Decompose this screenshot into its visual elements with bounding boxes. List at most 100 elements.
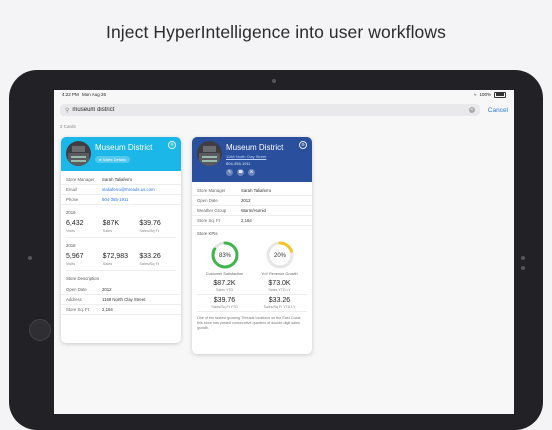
- wifi-icon: ≈: [474, 92, 477, 97]
- kpi-value: $33.26: [268, 297, 291, 304]
- metric-value: $87K: [102, 220, 120, 227]
- sales-details-button[interactable]: ● Sales Details: [95, 156, 130, 163]
- store-card-kpis[interactable]: Museum District ⚙ 1168 North Clay Street…: [192, 137, 312, 354]
- store-photo: [66, 141, 91, 166]
- gauge-ring: 20%: [266, 241, 293, 269]
- side-dot-right: [521, 256, 525, 260]
- year-heading: 2019: [66, 210, 76, 215]
- store-card-sales[interactable]: Museum District ⚙ ● Sales Details Store …: [61, 137, 181, 343]
- metric-value: 6,432: [66, 220, 84, 227]
- field-value: Sarah Taliaferro: [102, 177, 133, 182]
- kpi-heading: Store KPIs: [197, 231, 218, 236]
- home-button[interactable]: [29, 319, 51, 341]
- phone-text[interactable]: 804-355-1911: [226, 161, 251, 166]
- metric-value: $33.26: [139, 252, 161, 260]
- field-value: Sarah Taliaferro: [241, 188, 272, 193]
- field-label: Phone: [66, 197, 79, 202]
- kpi-value: $39.76: [213, 297, 236, 304]
- email-link[interactable]: staliaferro@threads.us.com: [102, 187, 155, 192]
- search-bar[interactable]: ⚲ ×: [60, 104, 480, 116]
- metric-label: Sales/Sq Ft: [139, 229, 159, 233]
- cancel-button[interactable]: Cancel: [488, 107, 508, 114]
- field-label: Store Manager: [197, 188, 226, 193]
- kpi-label: Sales YTD LY: [268, 288, 291, 292]
- metric: $72,983 Sales: [103, 253, 140, 266]
- field-row: Email staliaferro@threads.us.com: [61, 185, 181, 195]
- status-date: Mon Aug 26: [82, 92, 107, 97]
- field-label: Open Date: [197, 198, 218, 203]
- metric-label: Sales: [102, 229, 113, 233]
- side-dot-right-2: [521, 266, 525, 270]
- field-row: Address 1168 North Clay Street: [61, 295, 181, 305]
- field-value: 1168 North Clay Street: [102, 297, 146, 302]
- kpi-label: Sales YTD: [215, 288, 234, 292]
- metrics-row: 5,967 Visits $72,983 Sales $33.26 Sales/…: [61, 250, 181, 266]
- field-value: Warm/Humid: [241, 208, 266, 213]
- field-row: Phone 804-355-1911: [61, 195, 181, 205]
- metric-label: Sales: [102, 261, 113, 266]
- gauge-value: 20%: [273, 253, 286, 259]
- field-row: Open Date 2012: [61, 285, 181, 295]
- status-bar: 4:22 PM Mon Aug 26 ≈ 100%: [54, 90, 514, 99]
- metric-value: 5,967: [66, 252, 84, 260]
- metric: $39.76 Sales/Sq Ft: [139, 220, 176, 233]
- screen: 4:22 PM Mon Aug 26 ≈ 100% ⚲ × Cancel 2 C…: [54, 90, 514, 414]
- address-link[interactable]: 1168 North Clay Street: [226, 154, 266, 159]
- field-row: Store Manager Sarah Taliaferro: [61, 175, 181, 185]
- field-value: 2,184: [241, 218, 252, 223]
- metric: $33.26 Sales/Sq Ft: [139, 253, 176, 266]
- metric-label: Visits: [66, 229, 76, 233]
- metric-value: $72,983: [102, 252, 128, 260]
- metric-label: Visits: [66, 261, 76, 266]
- field-label: Store Sq. Ft: [66, 307, 89, 312]
- field-row: Weather Group Warm/Humid: [192, 206, 312, 216]
- card-title: Museum District: [226, 143, 284, 152]
- sales-details-label: Sales Details: [102, 157, 126, 162]
- gauge-revenue-growth: 20% YoY Revenue Growth: [252, 240, 307, 276]
- side-dot: [28, 256, 32, 260]
- metric: $87K Sales: [103, 220, 140, 233]
- clear-icon[interactable]: ×: [468, 106, 475, 113]
- field-label: Open Date: [66, 287, 87, 292]
- camera-dot: [272, 79, 276, 83]
- year-heading: 2018: [66, 242, 76, 248]
- field-label: Weather Group: [197, 208, 227, 213]
- settings-icon[interactable]: ⚙: [168, 141, 176, 149]
- metric-value: $39.76: [139, 220, 161, 227]
- gauges-row: 83% Customer Satisfaction 20% YoY Revenu…: [192, 238, 312, 276]
- kpi-label: Sales/Sq Ft YTD: [211, 305, 238, 309]
- card-title: Museum District: [95, 143, 153, 152]
- info-icon: ●: [99, 157, 102, 162]
- field-label: Email: [66, 187, 77, 192]
- store-photo: [197, 141, 222, 166]
- card-header: Museum District ⚙ ● Sales Details: [61, 137, 181, 171]
- kpi-cell: $39.76 Sales/Sq Ft YTD: [197, 295, 252, 312]
- field-row: Open Date 2012: [192, 196, 312, 206]
- card-header: Museum District ⚙ 1168 North Clay Street…: [192, 137, 312, 182]
- battery-icon: [494, 91, 506, 98]
- edit-icon[interactable]: ✎: [226, 169, 233, 176]
- kpi-cell: $87.2K Sales YTD: [197, 278, 252, 295]
- search-row: ⚲ × Cancel: [60, 103, 508, 117]
- mail-icon[interactable]: ✉: [248, 169, 255, 176]
- settings-icon[interactable]: ⚙: [299, 141, 307, 149]
- kpi-cell: $33.26 Sales/Sq Ft YTD LY: [252, 295, 307, 312]
- field-row: Store Sq. Ft 2,184: [61, 305, 181, 315]
- card-count: 2 Cards: [60, 124, 76, 129]
- kpi-value: $73.0K: [268, 280, 291, 287]
- metric: 5,967 Visits: [66, 253, 103, 266]
- field-label: Store Sq. Ft: [197, 218, 220, 223]
- phone-link[interactable]: 804-355-1911: [102, 197, 128, 202]
- kpi-label: Sales/Sq Ft YTD LY: [263, 305, 296, 309]
- headline: Inject HyperIntelligence into user workf…: [106, 22, 446, 42]
- store-description: One of the fastest growing Threads locat…: [197, 316, 302, 330]
- metric: 6,432 Visits: [66, 220, 103, 233]
- metric-label: Sales/Sq Ft: [139, 261, 159, 266]
- gauge-customer-satisfaction: 83% Customer Satisfaction: [197, 240, 252, 276]
- field-value: 2,184: [102, 307, 113, 312]
- status-time: 4:22 PM: [62, 92, 79, 97]
- field-value: 2012: [102, 287, 112, 292]
- phone-icon[interactable]: ☎: [237, 169, 244, 176]
- search-input[interactable]: [69, 107, 273, 113]
- gauge-label: Customer Satisfaction: [205, 272, 244, 276]
